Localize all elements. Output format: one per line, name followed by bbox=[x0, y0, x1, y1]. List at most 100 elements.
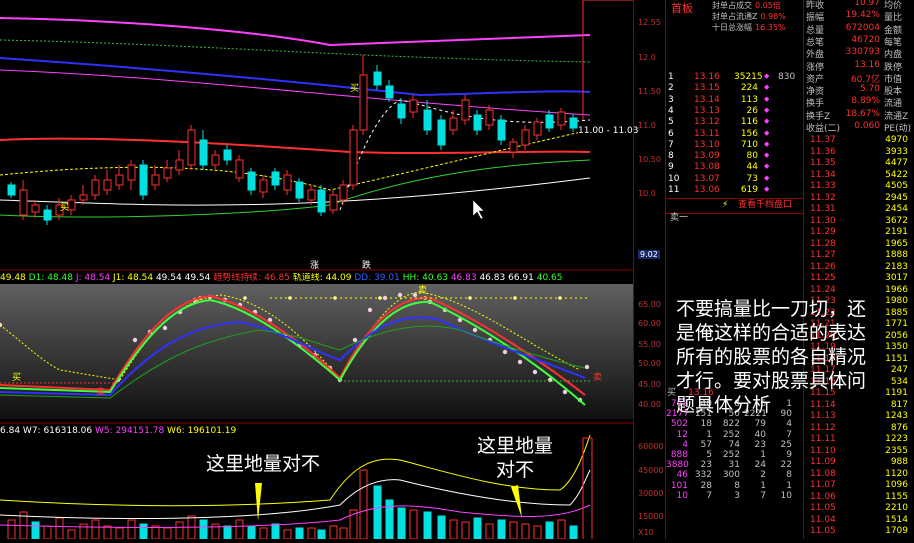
tape-volume: 4970 bbox=[885, 135, 908, 145]
volume-bar bbox=[569, 525, 578, 540]
tape-row[interactable]: 11.37 4970 bbox=[804, 135, 914, 146]
tape-row[interactable]: 11.27 1888 bbox=[804, 250, 914, 261]
price-tick: 10.50 bbox=[638, 155, 661, 164]
candle bbox=[31, 204, 40, 213]
buy-cell: 8 bbox=[786, 470, 792, 481]
buy-label: 买 bbox=[667, 388, 677, 398]
tape-row[interactable]: 11.11 1223 bbox=[804, 434, 914, 445]
tape-price: 11.33 bbox=[810, 181, 836, 191]
info-value: 10.97 bbox=[854, 0, 880, 8]
order-row[interactable]: 9 13.08 44 ◆ bbox=[666, 162, 804, 174]
osc-dot bbox=[517, 359, 523, 365]
price-tick: 11.0 bbox=[638, 121, 656, 130]
buy-cell: 4 bbox=[682, 439, 688, 450]
tape-row[interactable]: 11.06 1155 bbox=[804, 492, 914, 503]
tape-row[interactable]: 11.07 1096 bbox=[804, 480, 914, 491]
info-label: 换手 bbox=[806, 99, 825, 110]
order-row[interactable]: 11 13.06 619 ◆ bbox=[666, 185, 804, 197]
order-level: 11 bbox=[668, 185, 680, 195]
candle bbox=[359, 74, 368, 131]
kdj-header: 49.48 D1: 48.48 J: 48.54 J1: 48.54 49.54… bbox=[0, 273, 633, 284]
tape-row[interactable]: 11.08 1120 bbox=[804, 469, 914, 480]
tape-row[interactable]: 11.09 988 bbox=[804, 457, 914, 468]
tape-row[interactable]: 11.05 2210 bbox=[804, 503, 914, 514]
volume-bar bbox=[211, 523, 220, 540]
tape-row[interactable]: 11.04 1514 bbox=[804, 515, 914, 526]
tape-row[interactable]: 11.34 5422 bbox=[804, 170, 914, 181]
buy-cell: 10 bbox=[676, 490, 688, 501]
tape-price: 11.27 bbox=[810, 250, 836, 260]
chart-area[interactable]: 49.48 D1: 48.48 J: 48.54 J1: 48.54 49.54… bbox=[0, 0, 639, 540]
info-right-label: 市值 bbox=[884, 74, 903, 85]
order-price: 13.09 bbox=[694, 151, 720, 162]
volume-bar bbox=[295, 527, 304, 540]
order-row[interactable]: 10 13.07 73 ◆ bbox=[666, 174, 804, 186]
order-row[interactable]: 7 13.10 710 ◆ bbox=[666, 140, 804, 152]
candle bbox=[43, 209, 52, 221]
order-level: 10 bbox=[668, 173, 680, 184]
view-orderbook-button[interactable]: 查看千档盘口 bbox=[738, 200, 792, 211]
info-right-label: 量比 bbox=[884, 13, 903, 24]
tape-row[interactable]: 11.25 3017 bbox=[804, 273, 914, 284]
order-row[interactable]: 3 13.14 113 ◆ bbox=[666, 95, 804, 107]
tape-row[interactable]: 11.33 4505 bbox=[804, 181, 914, 192]
tape-volume: 4477 bbox=[885, 158, 908, 168]
tape-row[interactable]: 11.26 2183 bbox=[804, 262, 914, 273]
order-row[interactable]: 5 13.12 116 ◆ bbox=[666, 117, 804, 129]
candle bbox=[385, 85, 394, 99]
order-extra: 830 bbox=[778, 72, 796, 82]
kdj-v2: J: 48.54 bbox=[75, 273, 111, 283]
buy-cell: 1 bbox=[760, 450, 766, 460]
tape-row[interactable]: 11.12 876 bbox=[804, 423, 914, 434]
tape-row[interactable]: 11.24 1966 bbox=[804, 285, 914, 296]
candle bbox=[329, 194, 338, 211]
top-stat-label: 十日总涨幅 bbox=[712, 23, 752, 32]
order-row[interactable]: 2 13.15 224 ◆ bbox=[666, 83, 804, 95]
tape-row[interactable]: 11.10 2355 bbox=[804, 446, 914, 457]
tape-row[interactable]: 11.31 2454 bbox=[804, 204, 914, 215]
osc-buy-marker: 买 bbox=[12, 373, 22, 383]
order-row[interactable]: 4 13.13 26 ◆ bbox=[666, 106, 804, 118]
order-row[interactable]: 8 13.09 80 ◆ bbox=[666, 151, 804, 163]
order-level: 2 bbox=[668, 83, 674, 94]
volume-bar bbox=[163, 527, 172, 540]
volume-bar bbox=[437, 515, 446, 540]
tape-row[interactable]: 11.32 2945 bbox=[804, 193, 914, 204]
info-label: 净资 bbox=[806, 87, 825, 98]
candle bbox=[139, 164, 148, 196]
buy-cell: 31 bbox=[728, 460, 740, 471]
buy-cell: 10 bbox=[780, 490, 792, 501]
candle bbox=[79, 194, 88, 201]
buy-cell: 74 bbox=[728, 439, 740, 450]
tape-row[interactable]: 11.35 4477 bbox=[804, 158, 914, 169]
tape-row[interactable]: 11.29 2191 bbox=[804, 227, 914, 238]
tape-volume: 1709 bbox=[885, 526, 908, 536]
buy-cell: 1 bbox=[760, 480, 766, 491]
info-right-label: 流通Z bbox=[884, 111, 909, 122]
buy-cell: 79 bbox=[754, 419, 766, 430]
tape-row[interactable]: 11.28 1965 bbox=[804, 239, 914, 250]
osc-dot bbox=[412, 292, 418, 298]
buy-cell: 252 bbox=[722, 450, 740, 460]
tape-row[interactable]: 11.05 1709 bbox=[804, 526, 914, 537]
osc-tick: 50.00 bbox=[638, 359, 661, 368]
kdj-v4: 49.54 bbox=[155, 273, 182, 283]
candle bbox=[557, 111, 566, 126]
order-row[interactable]: 6 13.11 156 ◆ bbox=[666, 129, 804, 141]
candle bbox=[19, 189, 28, 216]
candle bbox=[7, 184, 16, 196]
order-row[interactable]: 1 13.16 35215 ◆ 830 bbox=[666, 72, 804, 84]
tape-row[interactable]: 11.36 3933 bbox=[804, 147, 914, 158]
lightning-icon: ⚡ bbox=[722, 200, 729, 210]
tape-row[interactable]: 11.30 3672 bbox=[804, 216, 914, 227]
tape-price: 11.04 bbox=[810, 514, 836, 525]
order-volume: 80 bbox=[746, 151, 758, 162]
candle bbox=[437, 119, 446, 146]
osc-dot bbox=[132, 337, 138, 343]
mouse-cursor-icon bbox=[472, 199, 485, 220]
buy-cell: 3880 bbox=[666, 460, 689, 471]
buy-row: 46 332 300 2 8 bbox=[666, 470, 804, 480]
order-volume: 35215 bbox=[734, 72, 763, 82]
kdj-v11: 46.83 bbox=[479, 273, 506, 283]
osc-dot bbox=[162, 325, 168, 331]
